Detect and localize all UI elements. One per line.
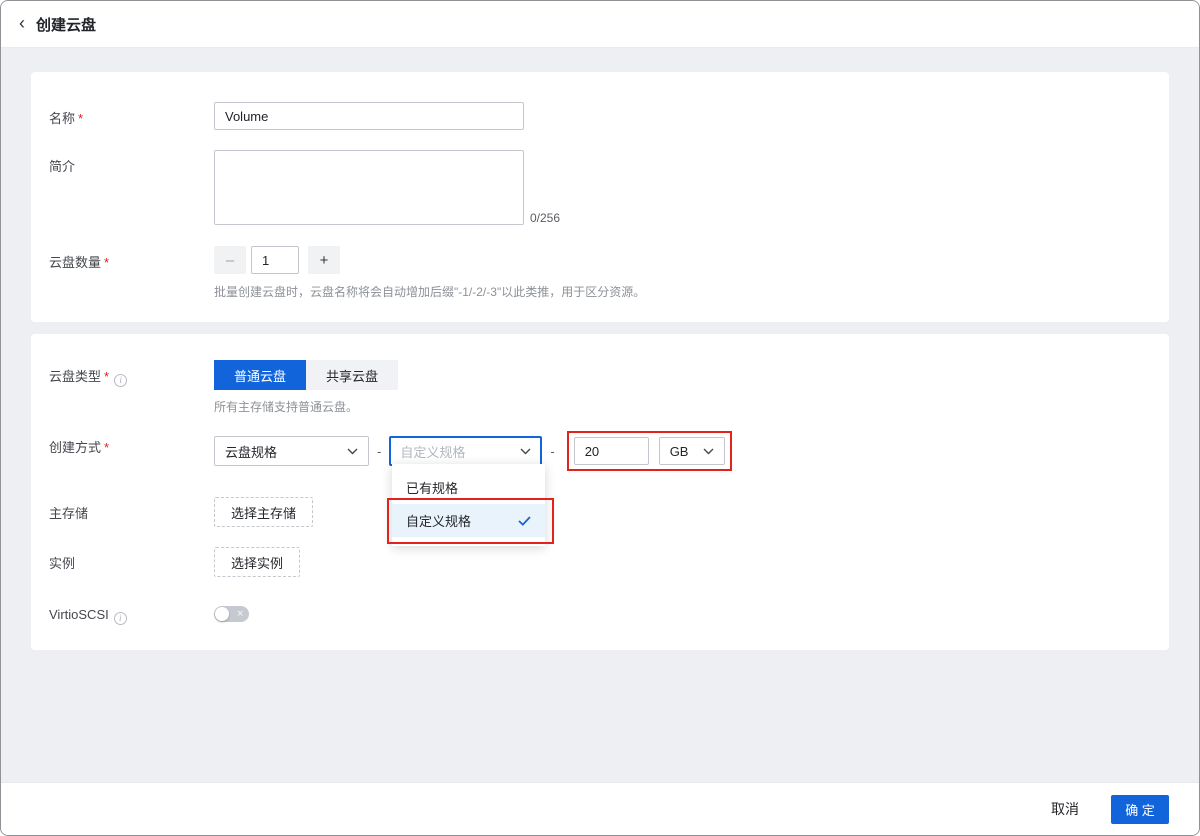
back-icon[interactable]: ‹ [19,14,25,34]
name-row: 名称* [49,102,1151,130]
instance-label: 实例 [49,547,214,572]
toggle-off-icon: ✕ [236,610,244,619]
field-separator: - [550,444,554,459]
create-volume-window: ‹ 创建云盘 名称* 简介 0/256 [0,0,1200,836]
size-input[interactable] [574,437,649,465]
cancel-button[interactable]: 取消 [1051,799,1079,819]
info-icon[interactable]: i [114,374,127,387]
disk-type-field-area: 普通云盘 共享云盘 所有主存储支持普通云盘。 [214,360,398,415]
tab-shared-disk[interactable]: 共享云盘 [306,360,398,390]
check-icon [518,516,531,526]
mode-select[interactable]: 云盘规格 [214,436,369,466]
action-footer: 取消 确 定 [1,782,1199,835]
required-asterisk: * [104,369,109,384]
mode-select-value: 云盘规格 [225,442,277,461]
virtioscsi-toggle[interactable]: ✕ [214,606,249,622]
required-asterisk: * [104,255,109,270]
page-header: ‹ 创建云盘 [1,1,1199,48]
select-instance-button[interactable]: 选择实例 [214,547,300,577]
disk-config-card: 云盘类型*i 普通云盘 共享云盘 所有主存储支持普通云盘。 创建方式* 云盘规格 [31,334,1169,650]
name-input[interactable] [214,102,524,130]
count-label: 云盘数量* [49,246,214,271]
count-field-area: – + 批量创建云盘时，云盘名称将会自动增加后缀"-1/-2/-3"以此类推，用… [214,246,645,300]
page-title: 创建云盘 [36,14,96,35]
count-stepper: – + [214,246,645,274]
decrement-button[interactable]: – [214,246,246,274]
basic-info-card: 名称* 简介 0/256 云盘数量* – [31,72,1169,322]
name-label-text: 名称 [49,111,75,126]
description-label-text: 简介 [49,159,75,174]
dropdown-option-label: 自定义规格 [406,511,471,530]
select-primary-storage-button[interactable]: 选择主存储 [214,497,313,527]
required-asterisk: * [78,111,83,126]
count-help-text: 批量创建云盘时，云盘名称将会自动增加后缀"-1/-2/-3"以此类推，用于区分资… [214,283,645,300]
field-separator: - [377,444,381,459]
unit-select-value: GB [670,444,689,459]
unit-select[interactable]: GB [659,437,725,465]
disk-type-row: 云盘类型* i 普通云盘 共享云盘 所有主存储支持普通云盘。 [49,360,1151,415]
spec-dropdown-menu: 已有规格 自定义规格 [392,464,545,546]
count-row: 云盘数量* – + 批量创建云盘时，云盘名称将会自动增加后缀"-1/-2/-3"… [49,246,1151,300]
disk-type-label: 云盘类型* i [49,360,214,387]
description-label: 简介 [49,150,214,175]
description-field-wrap: 0/256 [214,150,560,225]
confirm-button[interactable]: 确 定 [1111,795,1169,824]
instance-label-text: 实例 [49,556,75,571]
tab-normal-disk[interactable]: 普通云盘 [214,360,306,390]
chevron-down-icon [347,448,358,455]
description-row: 简介 0/256 [49,150,1151,225]
dropdown-option-existing-spec[interactable]: 已有规格 [392,471,545,504]
disk-type-label-text: 云盘类型 [49,369,101,384]
instance-row: 实例 选择实例 [49,547,1151,577]
size-highlight-box: GB [567,431,732,471]
chevron-down-icon [520,448,531,455]
virtioscsi-row: VirtioSCSI i ✕ [49,601,1151,625]
create-mode-label-text: 创建方式 [49,440,101,455]
create-mode-label: 创建方式* [49,431,214,456]
primary-storage-row: 主存储 选择主存储 [49,497,1151,527]
primary-storage-label: 主存储 [49,497,214,522]
dropdown-option-custom-spec[interactable]: 自定义规格 [392,504,545,537]
count-label-text: 云盘数量 [49,255,101,270]
increment-button[interactable]: + [308,246,340,274]
virtioscsi-label-text: VirtioSCSI [49,607,109,622]
name-label: 名称* [49,102,214,127]
char-counter: 0/256 [530,211,560,225]
primary-storage-label-text: 主存储 [49,506,88,521]
dropdown-option-label: 已有规格 [406,478,458,497]
description-textarea[interactable] [214,150,524,225]
disk-type-help-text: 所有主存储支持普通云盘。 [214,398,398,415]
virtioscsi-label: VirtioSCSI i [49,601,214,625]
disk-type-tabs: 普通云盘 共享云盘 [214,360,398,390]
count-input[interactable] [251,246,299,274]
spec-select[interactable]: 自定义规格 [389,436,542,466]
required-asterisk: * [104,440,109,455]
info-icon[interactable]: i [114,612,127,625]
spec-select-placeholder: 自定义规格 [400,442,465,461]
chevron-down-icon [703,448,714,455]
create-mode-row: 创建方式* 云盘规格 - 自定义规格 [49,431,1151,471]
toggle-knob [215,607,229,621]
form-body: 名称* 简介 0/256 云盘数量* – [1,48,1199,782]
